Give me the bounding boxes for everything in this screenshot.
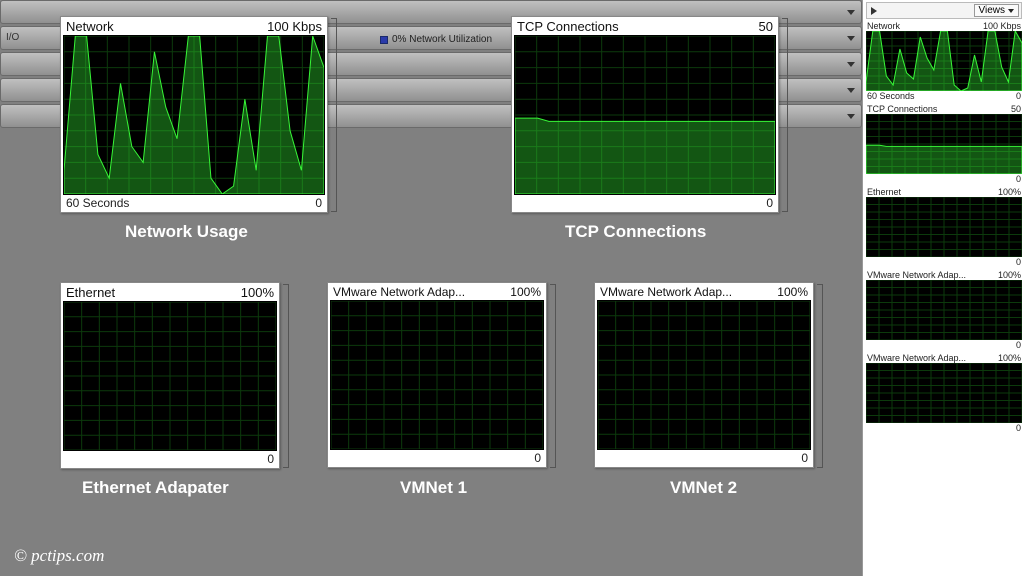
main-area: I/O 0% Network Utilization Network 100 K… bbox=[0, 0, 862, 576]
mini-tcp[interactable]: TCP Connections50 0 bbox=[866, 104, 1022, 184]
plot-mini-tcp bbox=[866, 145, 1022, 174]
io-label: I/O bbox=[6, 32, 19, 43]
chevron-down-icon bbox=[847, 88, 855, 93]
panel-network: Network 100 Kbps 60 Seconds 0 bbox=[60, 16, 328, 213]
mini-vmnet1[interactable]: VMware Network Adap...100% 0 bbox=[866, 270, 1022, 350]
panel-right: 100% bbox=[777, 285, 808, 299]
legend-label: 0% Network Utilization bbox=[392, 34, 492, 45]
panel-right: 100% bbox=[241, 285, 274, 300]
chart-tcp bbox=[514, 35, 776, 195]
panel-title: VMware Network Adap... bbox=[600, 285, 732, 299]
panel-right: 100% bbox=[510, 285, 541, 299]
caption-vmnet1: VMNet 1 bbox=[400, 478, 467, 498]
panel-bottom-left: 60 Seconds bbox=[66, 196, 129, 210]
caption-network: Network Usage bbox=[125, 222, 248, 242]
mini-ethernet[interactable]: Ethernet100% 0 bbox=[866, 187, 1022, 267]
mini-vmnet2[interactable]: VMware Network Adap...100% 0 bbox=[866, 353, 1022, 433]
panel-bottom-right: 0 bbox=[315, 196, 322, 210]
chevron-down-icon bbox=[847, 62, 855, 67]
panel-bottom-right: 0 bbox=[766, 196, 773, 210]
bracket-icon bbox=[283, 284, 289, 468]
chevron-down-icon bbox=[847, 36, 855, 41]
mini-network[interactable]: Network100 Kbps 60 Seconds0 bbox=[866, 21, 1022, 101]
panel-right: 50 bbox=[759, 19, 773, 34]
bracket-icon bbox=[550, 284, 556, 468]
bracket-icon bbox=[817, 284, 823, 468]
views-label: Views bbox=[979, 5, 1006, 16]
chart-network bbox=[63, 35, 325, 195]
legend-network-util: 0% Network Utilization bbox=[380, 34, 492, 45]
sidebar-toolbar: Views bbox=[866, 2, 1022, 19]
panel-vmnet1: VMware Network Adap... 100% 0 bbox=[327, 282, 547, 468]
views-button[interactable]: Views bbox=[974, 4, 1020, 17]
bracket-icon bbox=[782, 18, 788, 212]
panel-vmnet2: VMware Network Adap... 100% 0 bbox=[594, 282, 814, 468]
watermark: © pctips.com bbox=[14, 546, 104, 566]
panel-bottom-right: 0 bbox=[534, 451, 541, 465]
panel-tcp: TCP Connections 50 0 bbox=[511, 16, 779, 213]
chart-ethernet bbox=[63, 301, 277, 451]
caption-ethernet: Ethernet Adapater bbox=[82, 478, 229, 498]
caption-vmnet2: VMNet 2 bbox=[670, 478, 737, 498]
sidebar-overview: Views Network100 Kbps 60 Seconds0 TCP Co… bbox=[862, 0, 1024, 576]
panel-ethernet: Ethernet 100% 0 bbox=[60, 282, 280, 469]
panel-title: VMware Network Adap... bbox=[333, 285, 465, 299]
panel-title: TCP Connections bbox=[517, 19, 619, 34]
chart-vmnet1 bbox=[330, 300, 544, 450]
chevron-down-icon bbox=[847, 10, 855, 15]
chevron-down-icon bbox=[1008, 9, 1014, 13]
chart-vmnet2 bbox=[597, 300, 811, 450]
panel-title: Network bbox=[66, 19, 114, 34]
play-icon[interactable] bbox=[871, 7, 877, 15]
plot-tcp bbox=[515, 118, 775, 194]
panel-bottom-right: 0 bbox=[801, 451, 808, 465]
chevron-down-icon bbox=[847, 114, 855, 119]
panel-title: Ethernet bbox=[66, 285, 115, 300]
panel-right: 100 Kbps bbox=[267, 19, 322, 34]
panel-bottom-right: 0 bbox=[267, 452, 274, 466]
caption-tcp: TCP Connections bbox=[565, 222, 706, 242]
bracket-icon bbox=[331, 18, 337, 212]
legend-swatch-icon bbox=[380, 36, 388, 44]
